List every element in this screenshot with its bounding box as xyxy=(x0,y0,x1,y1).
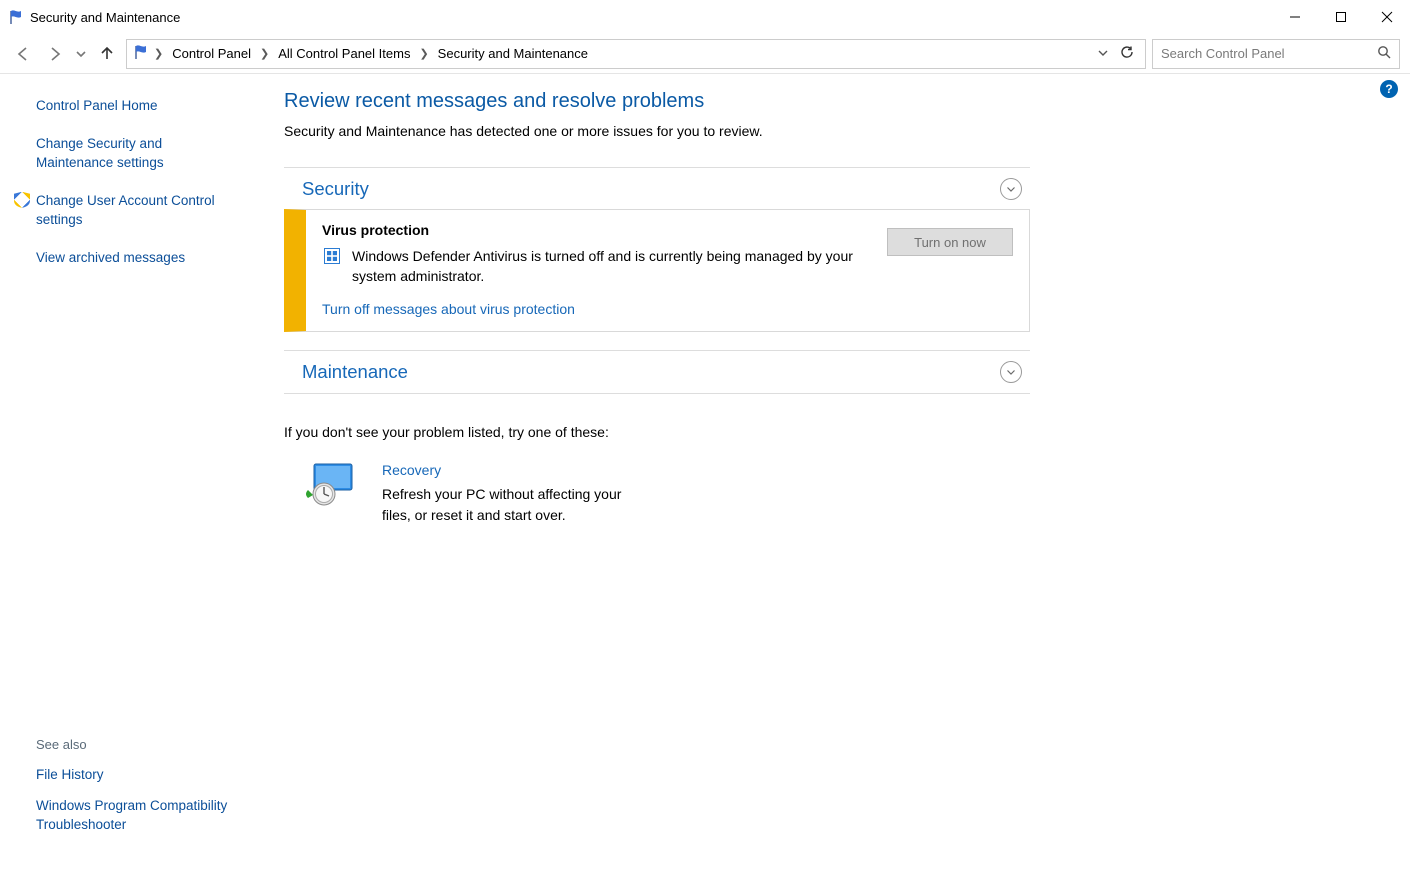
main-content: ? Review recent messages and resolve pro… xyxy=(256,74,1410,877)
search-box[interactable] xyxy=(1152,39,1400,69)
minimize-button[interactable] xyxy=(1272,0,1318,34)
virus-protection-alert: Virus protection Windows Defender Antivi… xyxy=(284,209,1030,332)
page-title: Review recent messages and resolve probl… xyxy=(284,90,1030,113)
recovery-desc: Refresh your PC without affecting your f… xyxy=(382,484,622,526)
chevron-right-icon[interactable]: ❯ xyxy=(152,47,165,60)
turn-off-messages-link[interactable]: Turn off messages about virus protection xyxy=(322,301,575,317)
chevron-right-icon[interactable]: ❯ xyxy=(417,47,430,60)
address-dropdown[interactable] xyxy=(1093,46,1113,61)
security-header[interactable]: Security xyxy=(284,168,1030,210)
sidebar-link-change-settings[interactable]: Change Security and Maintenance settings xyxy=(36,134,236,173)
flag-icon xyxy=(8,9,24,26)
see-also: See also File History Windows Program Co… xyxy=(36,737,236,857)
see-also-header: See also xyxy=(36,737,236,752)
security-title: Security xyxy=(302,178,369,200)
title-bar: Security and Maintenance xyxy=(0,0,1410,34)
sidebar-link-uac-settings[interactable]: Change User Account Control settings xyxy=(36,191,236,230)
breadcrumb-item[interactable]: Security and Maintenance xyxy=(434,44,592,63)
search-icon[interactable] xyxy=(1377,45,1391,62)
window-title: Security and Maintenance xyxy=(30,10,180,25)
window-controls xyxy=(1272,0,1410,34)
sidebar-link-archived[interactable]: View archived messages xyxy=(36,248,236,268)
try-these-text: If you don't see your problem listed, tr… xyxy=(284,424,1030,440)
shield-icon xyxy=(322,246,342,266)
recovery-icon xyxy=(304,462,356,508)
maintenance-title: Maintenance xyxy=(302,361,408,383)
alert-message: Windows Defender Antivirus is turned off… xyxy=(352,246,862,287)
toolbar: ❯ Control Panel ❯ All Control Panel Item… xyxy=(0,34,1410,74)
see-also-compat-troubleshooter[interactable]: Windows Program Compatibility Troublesho… xyxy=(36,797,236,835)
section-maintenance: Maintenance xyxy=(284,350,1030,394)
up-button[interactable] xyxy=(94,41,120,67)
search-input[interactable] xyxy=(1161,46,1377,61)
recovery-item: Recovery Refresh your PC without affecti… xyxy=(304,462,1030,526)
maintenance-header[interactable]: Maintenance xyxy=(284,351,1030,393)
help-icon[interactable]: ? xyxy=(1380,80,1398,98)
flag-icon xyxy=(133,44,149,63)
refresh-button[interactable] xyxy=(1117,45,1137,62)
sidebar-link-home[interactable]: Control Panel Home xyxy=(36,96,236,116)
section-security: Security Virus protection xyxy=(284,167,1030,332)
maximize-button[interactable] xyxy=(1318,0,1364,34)
turn-on-now-button[interactable]: Turn on now xyxy=(887,228,1013,256)
forward-button[interactable] xyxy=(42,41,68,67)
chevron-right-icon[interactable]: ❯ xyxy=(258,47,271,60)
address-bar[interactable]: ❯ Control Panel ❯ All Control Panel Item… xyxy=(126,39,1146,69)
chevron-down-icon[interactable] xyxy=(1000,361,1022,383)
breadcrumb-item[interactable]: Control Panel xyxy=(168,44,255,63)
close-button[interactable] xyxy=(1364,0,1410,34)
chevron-down-icon[interactable] xyxy=(1000,178,1022,200)
page-subtitle: Security and Maintenance has detected on… xyxy=(284,123,1030,139)
breadcrumb-item[interactable]: All Control Panel Items xyxy=(274,44,414,63)
back-button[interactable] xyxy=(10,41,36,67)
recent-dropdown[interactable] xyxy=(74,41,88,67)
see-also-file-history[interactable]: File History xyxy=(36,766,236,785)
sidebar: Control Panel Home Change Security and M… xyxy=(0,74,256,877)
recovery-link[interactable]: Recovery xyxy=(382,462,622,478)
